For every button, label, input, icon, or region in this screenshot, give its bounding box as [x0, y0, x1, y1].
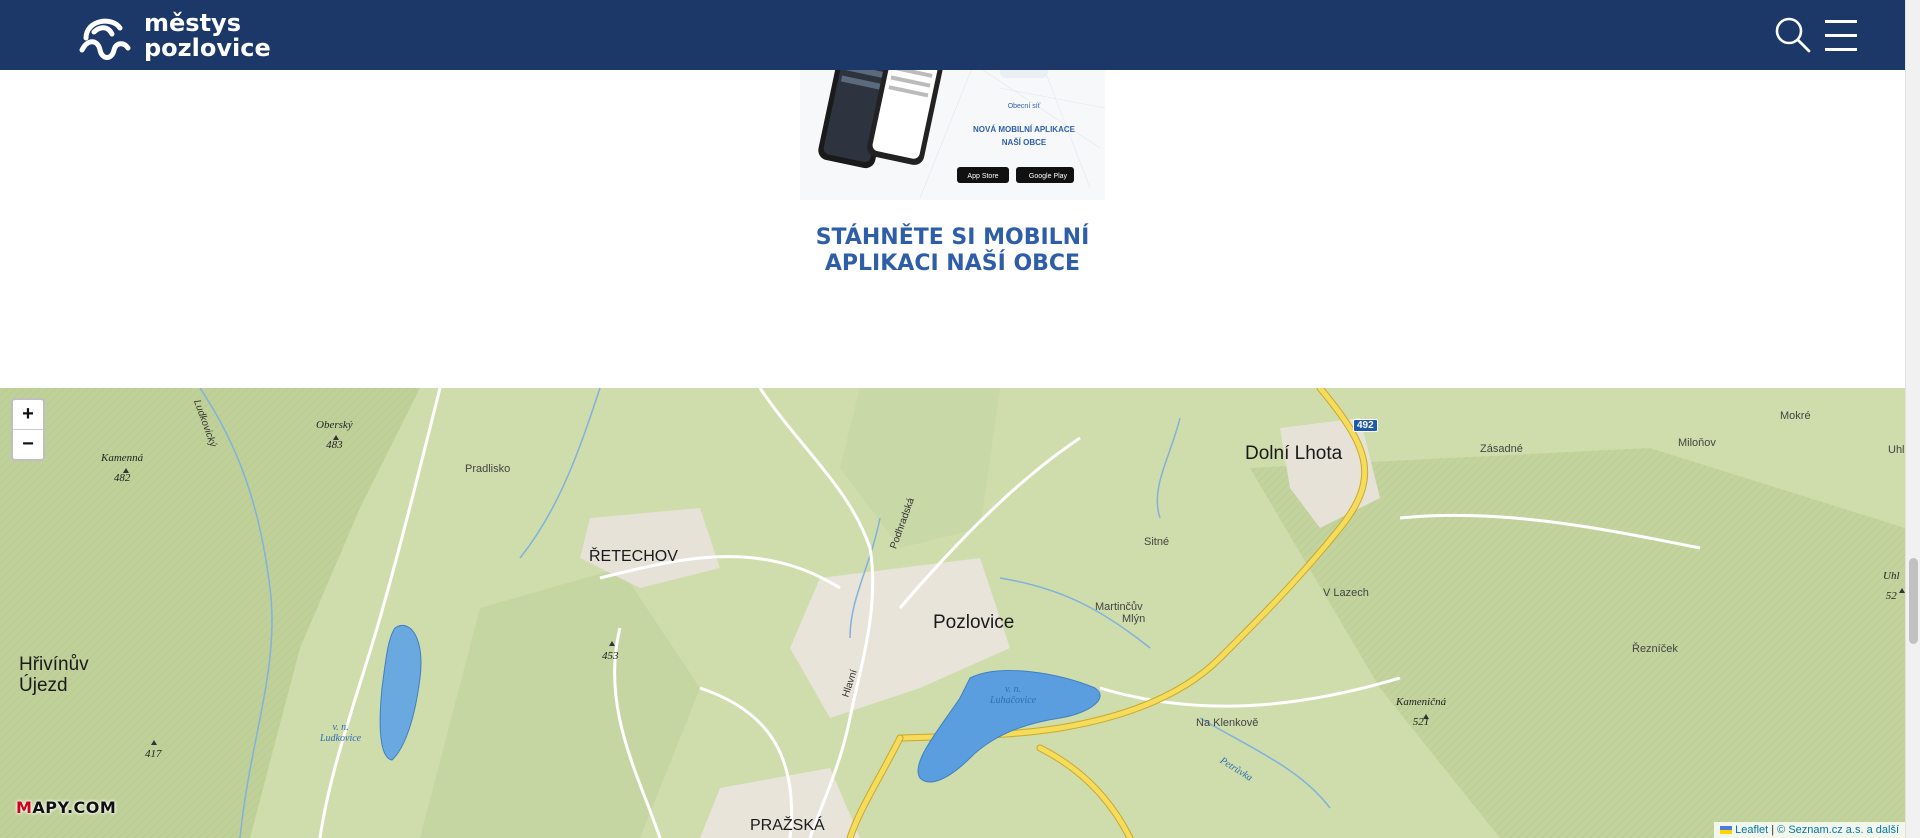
scrollbar-thumb[interactable]	[1909, 558, 1918, 644]
map-zoom-control: + −	[11, 398, 45, 461]
map-label-martincuv-2: Mlýn	[1122, 613, 1146, 625]
zoom-in-button[interactable]: +	[13, 400, 43, 430]
map-label-na-klenkove: Na Klenkově	[1196, 717, 1259, 729]
hamburger-icon	[1825, 20, 1857, 51]
leaflet-link[interactable]: Leaflet	[1735, 824, 1768, 836]
road-number-shield: 492	[1353, 419, 1378, 432]
promo-headline-2: NAŠÍ OBCE	[1002, 138, 1047, 147]
menu-button[interactable]	[1820, 14, 1862, 56]
map-label-sitne: Sitné	[1144, 536, 1170, 548]
site-logo[interactable]: městys pozlovice	[78, 10, 271, 62]
map-label-retechov: ŘETECHOV	[589, 548, 678, 565]
promo-graphic: Obecní síť NOVÁ MOBILNÍ APLIKACE NAŠÍ OB…	[800, 48, 1105, 200]
attribution-separator: |	[1768, 824, 1778, 836]
map-water-ludkovice: v. n. Ludkovice	[320, 722, 362, 744]
zoom-out-button[interactable]: −	[13, 430, 43, 459]
googleplay-label: Google Play	[1029, 173, 1068, 180]
map-water-luhacovice: v. n. Luhačovice	[990, 684, 1037, 706]
map-peak-obersky: Oberský 483	[316, 419, 353, 451]
promo-network-label: Obecní síť	[1008, 103, 1041, 110]
map-label-hrivinuv-1: Hřivínův	[19, 654, 89, 675]
promo-title-link[interactable]: STÁHNĚTE SI MOBILNÍ APLIKACI NAŠÍ OBCE	[780, 225, 1125, 277]
map-label-milonov: Miloňov	[1678, 437, 1716, 449]
site-header: městys pozlovice	[0, 0, 1905, 70]
map-label-zasadne: Zásadné	[1480, 443, 1523, 455]
logo-text: městys pozlovice	[144, 11, 271, 61]
mapy-logo[interactable]: MAPY.COM	[16, 798, 116, 817]
map-peak-417: 417	[145, 748, 162, 760]
map-peak-kamenicna: Kameničná 521	[1396, 696, 1447, 728]
logo-icon	[79, 18, 131, 60]
ukraine-flag-icon	[1720, 826, 1733, 835]
map-label-mokre: Mokré	[1780, 410, 1811, 422]
mapy-logo-m: M	[16, 798, 33, 817]
map-label-dolni-lhota: Dolní Lhota	[1245, 443, 1343, 464]
map-label-martincuv-1: Martinčův	[1095, 601, 1143, 613]
map-peak-kamenna: Kamenná 482	[101, 452, 144, 484]
map-peak-uhl: Uhl 52	[1883, 570, 1900, 602]
map-label-pozlovice: Pozlovice	[933, 612, 1015, 633]
logo-line2: pozlovice	[144, 34, 271, 62]
appstore-label: App Store	[967, 173, 998, 180]
map-label-pradlisko: Pradlisko	[465, 463, 511, 475]
map-label-prazska: PRAŽSKÁ	[750, 817, 825, 834]
page-scrollbar[interactable]	[1905, 0, 1920, 838]
map-label-uhl: Uhl	[1888, 444, 1905, 456]
mapy-logo-rest: APY.COM	[32, 798, 117, 817]
map-peak-453: 453	[602, 650, 619, 662]
map-label-reznicek: Řezníček	[1632, 643, 1678, 655]
logo-line1: městys	[144, 9, 241, 37]
search-button[interactable]	[1772, 14, 1814, 56]
seznam-link[interactable]: © Seznam.cz a.s. a další	[1777, 824, 1899, 836]
map-attribution: Leaflet | © Seznam.cz a.s. a další	[1714, 822, 1905, 838]
map-label-v-lazech: V Lazech	[1323, 587, 1369, 599]
promo-headline-1: NOVÁ MOBILNÍ APLIKACE	[973, 125, 1076, 134]
search-icon	[1775, 17, 1811, 53]
map-label-hrivinuv-2: Újezd	[19, 675, 68, 696]
mobile-app-promo-image[interactable]: Obecní síť NOVÁ MOBILNÍ APLIKACE NAŠÍ OB…	[800, 48, 1105, 200]
map[interactable]: Dolní Lhota Pozlovice ŘETECHOV Hřivínův …	[0, 388, 1905, 838]
